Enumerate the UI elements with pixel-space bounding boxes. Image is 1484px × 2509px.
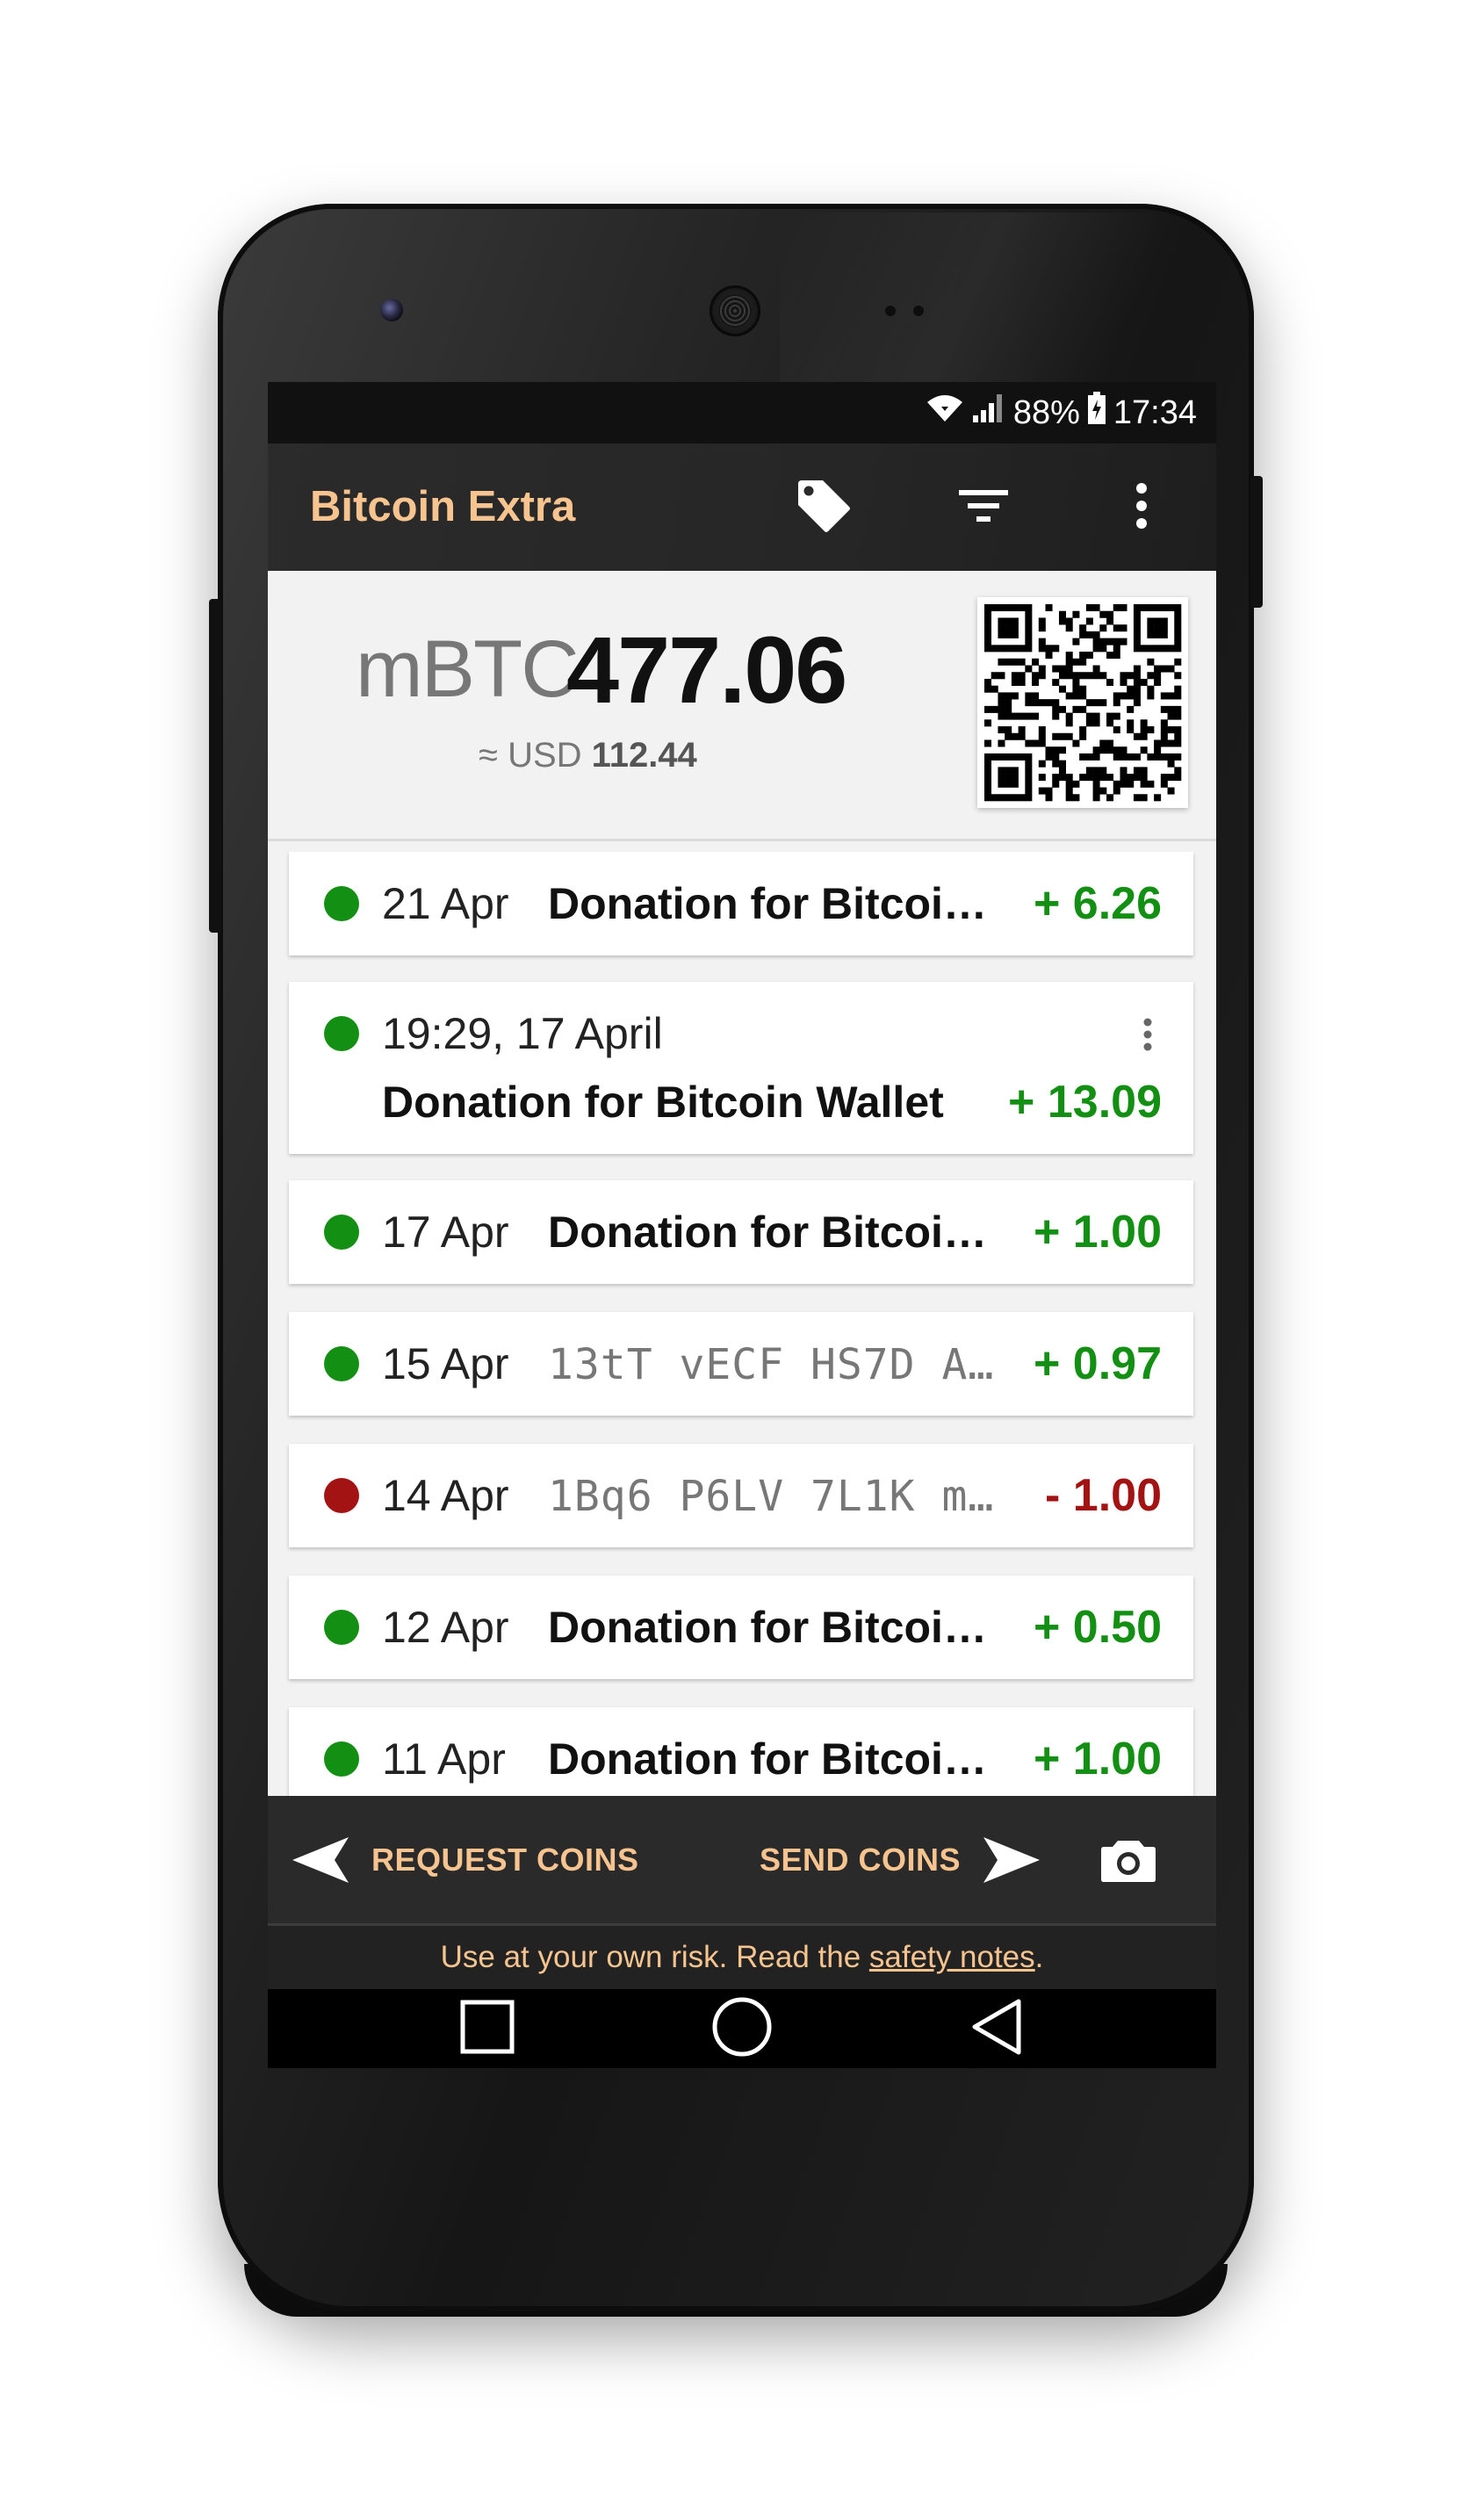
tx-date: 14 Apr bbox=[382, 1471, 509, 1520]
tx-label: Donation for Bitcoi… bbox=[548, 1208, 987, 1257]
qr-code[interactable] bbox=[977, 597, 1188, 808]
back-button[interactable] bbox=[962, 1998, 1032, 2059]
notice-text: Use at your own risk. Read the bbox=[440, 1940, 869, 1974]
tag-button[interactable] bbox=[786, 470, 861, 545]
back-icon bbox=[969, 1998, 1024, 2060]
transaction-row[interactable]: 21 Apr Donation for Bitcoi… + 6.26 bbox=[289, 852, 1193, 955]
system-nav-bar bbox=[268, 1989, 1216, 2068]
recents-button[interactable] bbox=[452, 1998, 522, 2059]
transaction-row[interactable]: 17 Apr Donation for Bitcoi… + 1.00 bbox=[289, 1180, 1193, 1284]
app-screen: 88% 17:34 Bitcoin Extra mBTC 477.06 ≈ US… bbox=[268, 382, 1216, 2068]
tx-date: 12 Apr bbox=[382, 1603, 509, 1652]
home-icon bbox=[711, 1996, 773, 2062]
overflow-menu-button[interactable] bbox=[1104, 470, 1179, 545]
balance-panel: mBTC 477.06 ≈ USD 112.44 bbox=[268, 571, 1216, 841]
transaction-row[interactable]: 15 Apr 13tT vECF HS7D A… + 0.97 bbox=[289, 1312, 1193, 1416]
tx-value: + 1.00 bbox=[1033, 1734, 1162, 1784]
scan-camera-button[interactable] bbox=[1100, 1796, 1156, 1923]
tx-value: + 6.26 bbox=[1033, 878, 1162, 929]
request-coins-label: REQUEST COINS bbox=[371, 1841, 639, 1878]
status-dot-received bbox=[324, 1610, 359, 1645]
safety-notice: Use at your own risk. Read the safety no… bbox=[268, 1926, 1216, 1989]
status-bar: 88% 17:34 bbox=[268, 382, 1216, 443]
fiat-balance: ≈ USD 112.44 bbox=[479, 736, 697, 775]
transaction-row-expanded[interactable]: 19:29, 17 April Donation for Bitcoin Wal… bbox=[289, 982, 1193, 1154]
send-coins-button[interactable]: SEND COINS bbox=[760, 1796, 1041, 1923]
transaction-list: 21 Apr Donation for Bitcoi… + 6.26 19:29… bbox=[268, 852, 1216, 1796]
clock: 17:34 bbox=[1113, 393, 1197, 431]
recents-icon bbox=[460, 2000, 515, 2058]
status-dot-received bbox=[324, 886, 359, 921]
status-dot-received bbox=[324, 1741, 359, 1777]
volume-button bbox=[209, 599, 221, 933]
notice-suffix: . bbox=[1034, 1940, 1044, 1974]
action-bar: REQUEST COINS SEND COINS bbox=[268, 1796, 1216, 1926]
tag-icon bbox=[795, 477, 853, 539]
filter-icon bbox=[957, 487, 1010, 530]
fiat-amount: 112.44 bbox=[591, 736, 697, 775]
safety-notes-link[interactable]: safety notes bbox=[869, 1940, 1035, 1974]
status-dot-received bbox=[324, 1215, 359, 1250]
fiat-prefix: ≈ USD bbox=[479, 736, 582, 775]
tx-address: 1Bq6 P6LV 7L1K m… bbox=[548, 1472, 995, 1521]
app-title: Bitcoin Extra bbox=[310, 483, 576, 530]
send-coins-label: SEND COINS bbox=[760, 1841, 962, 1878]
status-dot-received bbox=[324, 1016, 359, 1051]
filter-button[interactable] bbox=[946, 470, 1021, 545]
power-button bbox=[1250, 476, 1263, 608]
light-sensor bbox=[913, 306, 924, 316]
camera-icon bbox=[1100, 1837, 1156, 1883]
tx-date: 11 Apr bbox=[382, 1734, 506, 1784]
balance-amount: 477.06 bbox=[566, 616, 847, 723]
status-dot-sent bbox=[324, 1478, 359, 1513]
tx-label: Donation for Bitcoin Wallet bbox=[382, 1078, 944, 1127]
tx-value: + 0.50 bbox=[1033, 1602, 1162, 1653]
front-camera bbox=[380, 299, 403, 321]
more-vert-icon bbox=[1135, 481, 1149, 535]
tx-date: 15 Apr bbox=[382, 1339, 509, 1388]
battery-percent: 88% bbox=[1012, 393, 1080, 431]
row-more-icon[interactable] bbox=[1142, 1017, 1153, 1056]
tx-value: + 0.97 bbox=[1033, 1338, 1162, 1389]
request-coins-button[interactable]: REQUEST COINS bbox=[291, 1796, 639, 1923]
transaction-row[interactable]: 12 Apr Donation for Bitcoi… + 0.50 bbox=[289, 1575, 1193, 1679]
tx-label: Donation for Bitcoi… bbox=[548, 1603, 987, 1652]
transaction-row[interactable]: 11 Apr Donation for Bitcoi… + 1.00 bbox=[289, 1707, 1193, 1796]
tx-value: + 1.00 bbox=[1033, 1207, 1162, 1258]
tx-label: Donation for Bitcoi… bbox=[548, 1734, 987, 1784]
tx-value: + 13.09 bbox=[1008, 1077, 1162, 1128]
balance-unit: mBTC bbox=[356, 624, 580, 714]
send-arrow-icon bbox=[980, 1835, 1041, 1885]
proximity-sensor bbox=[885, 306, 896, 316]
transaction-row[interactable]: 14 Apr 1Bq6 P6LV 7L1K m… - 1.00 bbox=[289, 1444, 1193, 1547]
qr-code-image bbox=[984, 604, 1182, 802]
tx-date: 19:29, 17 April bbox=[382, 1009, 663, 1058]
battery-charging-icon bbox=[1087, 392, 1106, 434]
tx-label: Donation for Bitcoi… bbox=[548, 879, 987, 928]
tx-value: - 1.00 bbox=[1045, 1470, 1162, 1521]
tx-date: 17 Apr bbox=[382, 1208, 509, 1257]
wifi-icon bbox=[926, 393, 964, 432]
earpiece-speaker bbox=[710, 285, 760, 336]
request-arrow-icon bbox=[291, 1835, 352, 1885]
tx-date: 21 Apr bbox=[382, 879, 509, 928]
home-button[interactable] bbox=[707, 1996, 777, 2062]
signal-icon bbox=[971, 393, 1006, 433]
status-dot-received bbox=[324, 1346, 359, 1381]
app-bar: Bitcoin Extra bbox=[268, 443, 1216, 571]
tx-address: 13tT vECF HS7D A… bbox=[548, 1340, 995, 1389]
